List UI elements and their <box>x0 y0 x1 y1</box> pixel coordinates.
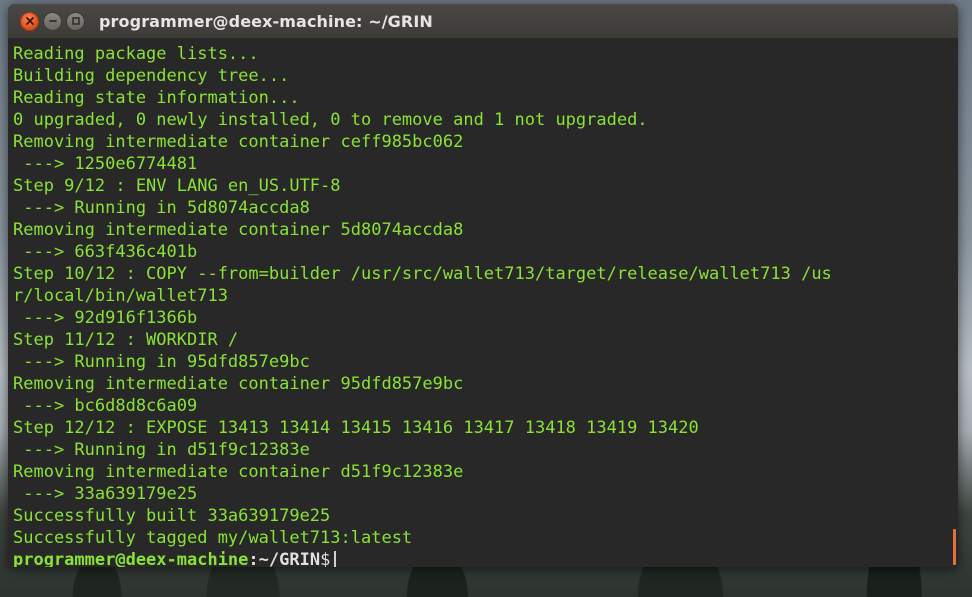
terminal-line: Successfully built 33a639179e25 <box>13 506 331 526</box>
terminal-line: ---> Running in d51f9c12383e <box>13 440 310 460</box>
title-bar[interactable]: programmer@deex-machine: ~/GRIN <box>8 4 958 38</box>
terminal-line: Removing intermediate container 95dfd857… <box>13 374 464 394</box>
terminal-line: ---> 33a639179e25 <box>13 484 198 504</box>
minimize-icon <box>48 20 57 22</box>
terminal-line: Removing intermediate container 5d8074ac… <box>13 220 464 240</box>
terminal-line: ---> Running in 5d8074accda8 <box>13 198 310 218</box>
terminal-line: ---> 92d916f1366b <box>13 308 198 328</box>
shell-prompt[interactable]: programmer@deex-machine: ~/GRIN $ <box>13 549 958 567</box>
terminal-line: Removing intermediate container ceff985b… <box>13 132 464 152</box>
terminal-line: ---> Running in 95dfd857e9bc <box>13 352 310 372</box>
terminal-line: Successfully tagged my/wallet713:latest <box>13 528 413 548</box>
terminal-line: Removing intermediate container d51f9c12… <box>13 462 464 482</box>
maximize-icon <box>71 17 80 25</box>
window-title: programmer@deex-machine: ~/GRIN <box>99 11 433 31</box>
terminal-line: ---> 1250e6774481 <box>13 154 198 174</box>
terminal-line: ---> bc6d8d8c6a09 <box>13 396 198 416</box>
prompt-path: ~/GRIN <box>258 550 321 567</box>
terminal-line: Step 12/12 : EXPOSE 13413 13414 13415 13… <box>13 418 699 438</box>
prompt-user-host: programmer@deex-machine <box>13 550 249 567</box>
terminal-line: Step 11/12 : WORKDIR / <box>13 330 239 350</box>
terminal-line: Building dependency tree... <box>13 66 290 86</box>
scrollbar-thumb[interactable] <box>953 529 956 565</box>
terminal-line: Step 10/12 : COPY --from=builder /usr/sr… <box>13 264 832 284</box>
terminal-output[interactable]: Reading package lists... Building depend… <box>8 38 958 567</box>
window-controls <box>20 11 85 31</box>
text-cursor <box>334 550 337 567</box>
close-icon <box>25 17 34 25</box>
terminal-line: Reading state information... <box>13 88 300 108</box>
terminal-line: Reading package lists... <box>13 44 259 64</box>
terminal-window: programmer@deex-machine: ~/GRIN Reading … <box>8 4 958 567</box>
terminal-line: ---> 663f436c401b <box>13 242 198 262</box>
close-button[interactable] <box>20 11 39 31</box>
terminal-line: Step 9/12 : ENV LANG en_US.UTF-8 <box>13 176 341 196</box>
minimize-button[interactable] <box>43 11 62 31</box>
terminal-line: r/local/bin/wallet713 <box>13 286 228 306</box>
prompt-symbol: $ <box>320 550 331 567</box>
terminal-line: 0 upgraded, 0 newly installed, 0 to remo… <box>13 110 648 130</box>
maximize-button[interactable] <box>66 11 85 31</box>
prompt-separator: : <box>248 550 259 567</box>
